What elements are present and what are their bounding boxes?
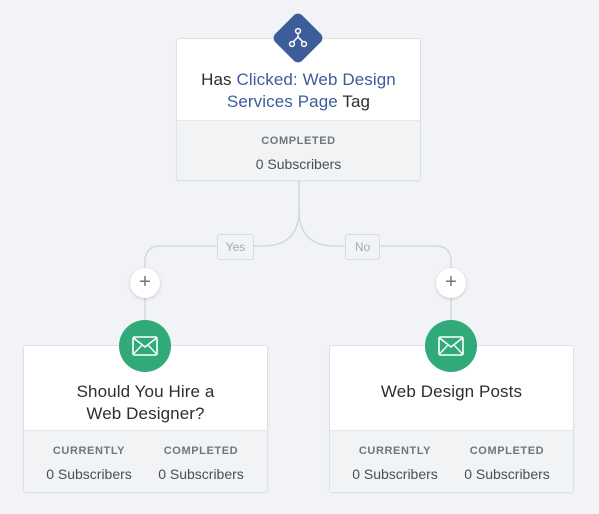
envelope-icon bbox=[438, 336, 464, 356]
condition-completed-stat: COMPLETED 0 Subscribers bbox=[177, 134, 420, 173]
stat-label: CURRENTLY bbox=[52, 445, 126, 457]
email-step-footer: CURRENTLY 0 Subscribers COMPLETED 0 Subs… bbox=[330, 430, 573, 492]
condition-title-suffix: Tag bbox=[337, 92, 371, 111]
stat-value: 0 Subscribers bbox=[46, 466, 132, 482]
add-step-yes-button[interactable]: + bbox=[130, 268, 160, 298]
stat-label: CURRENTLY bbox=[358, 445, 432, 457]
stat-value: 0 Subscribers bbox=[255, 156, 342, 172]
automation-canvas: Has Clicked: Web Design Services Page Ta… bbox=[0, 0, 599, 514]
email-badge-2 bbox=[425, 320, 477, 372]
stat-label: COMPLETED bbox=[469, 445, 545, 457]
stat-label: COMPLETED bbox=[163, 445, 239, 457]
email-badge-1 bbox=[119, 320, 171, 372]
stat-value: 0 Subscribers bbox=[352, 466, 438, 482]
yes-branch-label: Yes bbox=[217, 234, 254, 260]
no-branch-label: No bbox=[345, 234, 380, 260]
email-step-footer: CURRENTLY 0 Subscribers COMPLETED 0 Subs… bbox=[24, 430, 267, 492]
condition-step-footer: COMPLETED 0 Subscribers bbox=[177, 120, 420, 180]
stat-label: COMPLETED bbox=[261, 135, 336, 147]
completed-stat: COMPLETED 0 Subscribers bbox=[452, 444, 562, 483]
email-step-title: Should You Hire a Web Designer? bbox=[76, 382, 215, 423]
stat-value: 0 Subscribers bbox=[158, 466, 244, 482]
email-step-title: Web Design Posts bbox=[380, 382, 523, 401]
completed-stat: COMPLETED 0 Subscribers bbox=[146, 444, 256, 483]
envelope-icon bbox=[132, 336, 158, 356]
currently-stat: CURRENTLY 0 Subscribers bbox=[34, 444, 144, 483]
condition-title-prefix: Has bbox=[201, 70, 237, 89]
stat-value: 0 Subscribers bbox=[464, 466, 550, 482]
condition-tag-link[interactable]: Clicked: Web Design Services Page bbox=[227, 70, 396, 111]
add-step-no-button[interactable]: + bbox=[436, 268, 466, 298]
currently-stat: CURRENTLY 0 Subscribers bbox=[340, 444, 450, 483]
branch-icon bbox=[288, 27, 308, 48]
condition-step-title: Has Clicked: Web Design Services Page Ta… bbox=[177, 69, 420, 113]
